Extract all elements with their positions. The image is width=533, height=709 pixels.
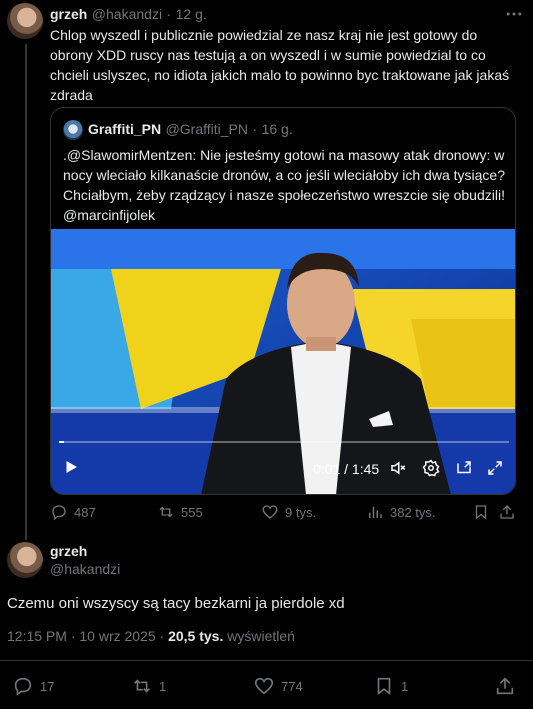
reply-icon bbox=[52, 505, 66, 521]
author-name[interactable]: grzeh bbox=[50, 543, 87, 559]
quoted-author-handle: @Graffiti_PN bbox=[165, 121, 248, 137]
video-player[interactable]: 0:01 / 1:45 bbox=[51, 229, 515, 494]
timestamp[interactable]: 12:15 PM · 10 wrz 2025 · bbox=[7, 628, 168, 644]
tweet-text: Czemu oni wszyscy są tacy bezkarni ja pi… bbox=[7, 595, 345, 612]
bookmark-icon bbox=[475, 505, 487, 520]
repost-icon bbox=[159, 506, 173, 518]
video-time: 0:01 / 1:45 bbox=[313, 461, 380, 477]
share-icon bbox=[496, 677, 514, 695]
avatar[interactable] bbox=[7, 542, 43, 578]
repost-button[interactable]: 555 bbox=[157, 503, 203, 521]
quoted-tweet[interactable]: Graffiti_PN @Graffiti_PN · 16 g. .@Slawo… bbox=[50, 107, 516, 495]
like-icon bbox=[262, 505, 278, 519]
tweet-meta: 12:15 PM · 10 wrz 2025 · 20,5 tys. wyświ… bbox=[7, 628, 295, 644]
tweet-header: grzeh @hakandzi · 12 g. bbox=[50, 6, 207, 24]
like-button[interactable]: 774 bbox=[253, 675, 303, 697]
quoted-author-name: Graffiti_PN bbox=[88, 121, 162, 137]
reply-button[interactable]: 17 bbox=[12, 675, 54, 697]
repost-count: 555 bbox=[181, 504, 203, 520]
dot-separator: · bbox=[166, 6, 172, 22]
video-progress-track[interactable] bbox=[59, 441, 509, 443]
bookmark-button[interactable]: 1 bbox=[373, 675, 408, 697]
bookmark-count: 1 bbox=[401, 678, 409, 694]
volume-muted-icon[interactable] bbox=[388, 458, 408, 478]
share-button[interactable] bbox=[498, 503, 516, 521]
views-label: wyświetleń bbox=[223, 628, 295, 644]
author-handle[interactable]: @hakandzi bbox=[92, 6, 162, 22]
more-icon[interactable] bbox=[504, 4, 524, 24]
views-count: 382 tys. bbox=[390, 504, 436, 520]
reply-icon bbox=[14, 677, 32, 696]
like-count: 9 tys. bbox=[285, 504, 317, 520]
like-count: 774 bbox=[281, 678, 303, 694]
reply-button[interactable]: 487 bbox=[50, 503, 96, 521]
bookmark-button[interactable] bbox=[472, 503, 490, 521]
avatar[interactable] bbox=[7, 3, 43, 39]
video-progress-fill bbox=[59, 441, 64, 443]
quoted-avatar bbox=[63, 120, 83, 140]
reply-count: 487 bbox=[74, 504, 96, 520]
author-handle[interactable]: @hakandzi bbox=[50, 561, 120, 577]
author-name[interactable]: grzeh bbox=[50, 6, 87, 22]
divider bbox=[0, 660, 533, 661]
bookmark-icon bbox=[377, 677, 391, 695]
tweet-text: Chlop wyszedl i publicznie powiedzial ze… bbox=[50, 27, 510, 103]
repost-count: 1 bbox=[159, 678, 167, 694]
repost-button[interactable]: 1 bbox=[131, 675, 166, 697]
like-icon bbox=[254, 677, 274, 695]
quoted-time-ago: 16 g. bbox=[261, 121, 293, 137]
video-frame bbox=[51, 229, 515, 494]
views-icon bbox=[369, 506, 382, 518]
dot-separator: · bbox=[252, 121, 258, 137]
pip-icon[interactable] bbox=[454, 458, 474, 478]
time-ago[interactable]: 12 g. bbox=[176, 6, 207, 22]
quoted-text: .@SlawomirMentzen: Nie jesteśmy gotowi n… bbox=[63, 147, 505, 223]
views-count: 20,5 tys. bbox=[168, 628, 224, 644]
reply-count: 17 bbox=[40, 678, 55, 694]
repost-icon bbox=[134, 679, 150, 693]
fullscreen-icon[interactable] bbox=[485, 458, 505, 478]
like-button[interactable]: 9 tys. bbox=[261, 503, 316, 521]
settings-icon[interactable] bbox=[421, 458, 441, 478]
play-icon[interactable] bbox=[61, 457, 81, 477]
quoted-header: Graffiti_PN @Graffiti_PN · 16 g. bbox=[88, 121, 293, 139]
share-icon bbox=[500, 505, 514, 519]
thread-line bbox=[25, 44, 27, 540]
views-button[interactable]: 382 tys. bbox=[366, 503, 436, 521]
share-button[interactable] bbox=[494, 675, 516, 697]
